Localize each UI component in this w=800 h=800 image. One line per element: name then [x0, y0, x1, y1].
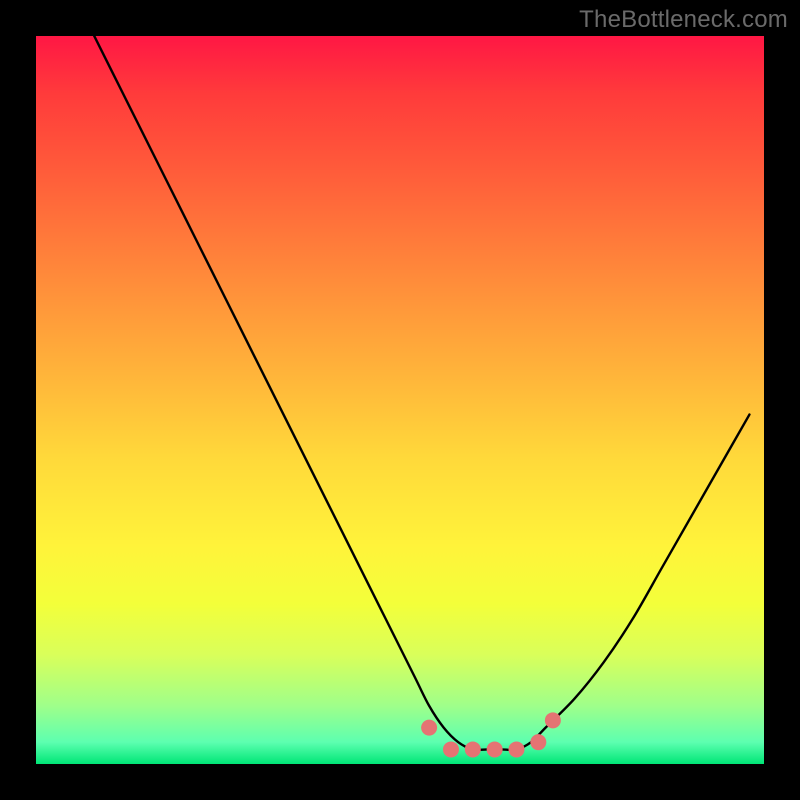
- bottleneck-markers: [421, 712, 561, 757]
- curve-marker: [530, 734, 546, 750]
- bottleneck-curve-line: [94, 36, 749, 750]
- curve-marker: [421, 720, 437, 736]
- curve-marker: [487, 741, 503, 757]
- curve-marker: [443, 741, 459, 757]
- plot-area: [36, 36, 764, 764]
- chart-frame: TheBottleneck.com: [0, 0, 800, 800]
- curve-marker: [508, 741, 524, 757]
- watermark-text: TheBottleneck.com: [579, 6, 788, 34]
- bottleneck-chart-svg: [36, 36, 764, 764]
- curve-marker: [465, 741, 481, 757]
- curve-marker: [545, 712, 561, 728]
